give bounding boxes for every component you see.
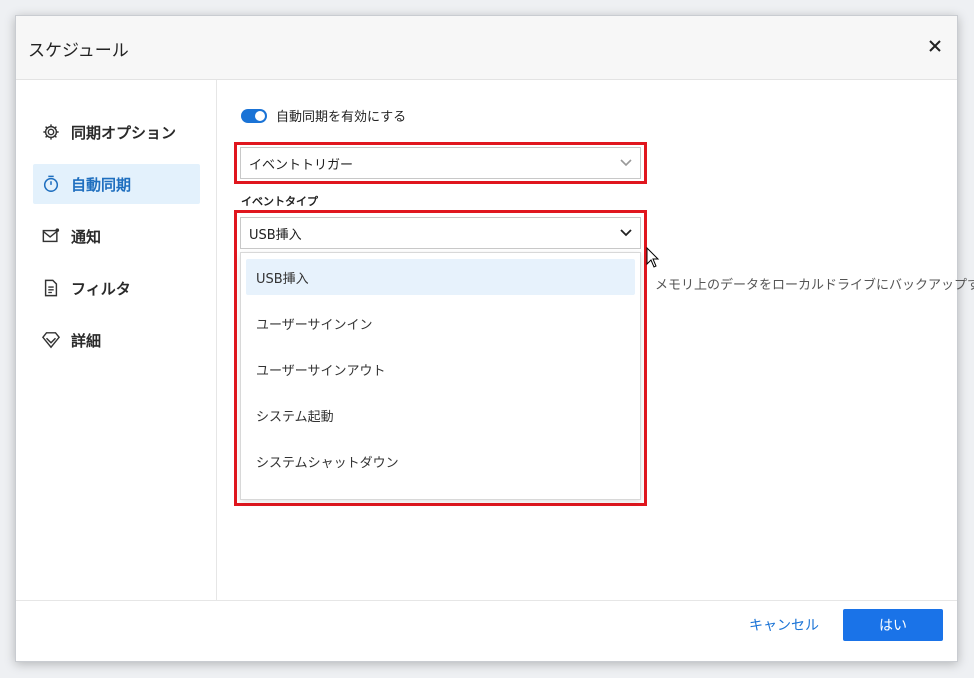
sidebar-item-auto-sync[interactable]: 自動同期 [33, 164, 200, 204]
title-bar: スケジュール [16, 16, 957, 80]
diamond-icon [41, 330, 61, 350]
backup-hint-text: メモリ上のデータをローカルドライブにバックアップする [655, 278, 974, 293]
dialog-title: スケジュール [28, 41, 129, 61]
schedule-dialog: スケジュール 同期オプション 自動同期 通知 フィルタ 詳細 自動同期を有効にす… [15, 15, 974, 663]
sidebar-item-label: 通知 [71, 227, 102, 246]
trigger-select[interactable]: イベントトリガー [240, 147, 641, 179]
sidebar-item-label: 自動同期 [71, 175, 132, 194]
auto-sync-toggle[interactable] [241, 108, 267, 123]
gear-icon [41, 122, 61, 142]
close-icon [929, 40, 941, 52]
sidebar-item-sync-options[interactable]: 同期オプション [33, 112, 200, 152]
dropdown-option-user-signout[interactable]: ユーザーサインアウト [246, 351, 635, 387]
timer-icon [41, 174, 61, 194]
sidebar-item-label: 同期オプション [71, 123, 177, 142]
event-type-select[interactable]: USB挿入 [240, 217, 641, 249]
trigger-select-value: イベントトリガー [249, 157, 354, 173]
event-type-dropdown: USB挿入 ユーザーサインイン ユーザーサインアウト システム起動 システムシャ… [240, 252, 641, 500]
ok-button[interactable]: はい [843, 609, 943, 641]
sidebar-item-details[interactable]: 詳細 [33, 320, 200, 360]
mail-icon [41, 226, 61, 246]
chevron-down-icon [620, 159, 632, 167]
document-icon [41, 278, 61, 298]
sidebar-item-filter[interactable]: フィルタ [33, 268, 200, 308]
cancel-button[interactable]: キャンセル [744, 609, 824, 641]
dropdown-option-user-signin[interactable]: ユーザーサインイン [246, 305, 635, 341]
close-button[interactable] [925, 36, 945, 56]
dropdown-option-system-startup[interactable]: システム起動 [246, 397, 635, 433]
dialog-footer: キャンセル はい [16, 600, 957, 663]
auto-sync-toggle-label: 自動同期を有効にする [276, 110, 407, 125]
mouse-cursor-icon [646, 247, 660, 268]
dropdown-option-usb[interactable]: USB挿入 [246, 259, 635, 295]
sidebar-item-notification[interactable]: 通知 [33, 216, 200, 256]
sidebar-item-label: フィルタ [71, 279, 131, 298]
auto-sync-toggle-row: 自動同期を有効にする [241, 106, 406, 125]
event-type-select-value: USB挿入 [249, 227, 302, 243]
sidebar-item-label: 詳細 [71, 331, 102, 350]
dropdown-option-system-shutdown[interactable]: システムシャットダウン [246, 443, 635, 479]
event-type-label: イベントタイプ [241, 195, 318, 208]
sidebar: 同期オプション 自動同期 通知 フィルタ 詳細 [16, 80, 217, 600]
chevron-down-icon [620, 229, 632, 237]
main-panel: 自動同期を有効にする イベントトリガー イベントタイプ USB挿入 メモリ上のデ… [217, 80, 974, 600]
